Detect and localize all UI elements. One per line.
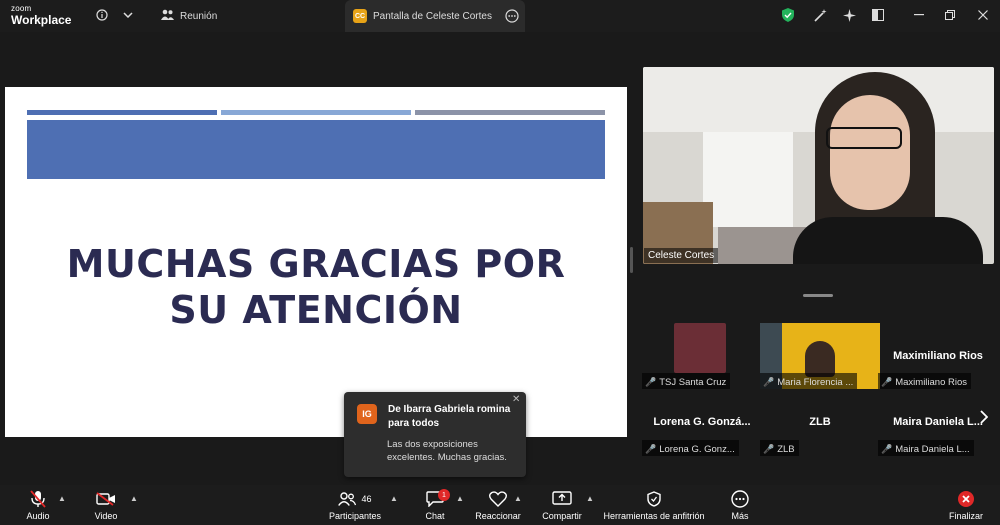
mic-muted-icon: 🎤 <box>763 443 775 454</box>
people-icon <box>161 9 174 23</box>
participant-display-name: Maximiliano Rios <box>893 350 983 362</box>
slide-decor-bar <box>415 110 605 115</box>
chat-sender: De Ibarra Gabriela romina para todos <box>388 404 511 429</box>
participant-name-tag: 🎤 ZLB <box>760 440 799 456</box>
participant-name-tag: 🎤 Lorena G. Gonz... <box>642 440 739 456</box>
speaker-figure <box>793 217 983 264</box>
participant-display-name: Lorena G. Gonzá... <box>653 416 751 428</box>
slide-decor-bar <box>221 110 411 115</box>
title-bar: zoom Workplace Reunión CC Pantalla de Ce… <box>0 0 1000 32</box>
chat-button[interactable]: Chat 1 <box>420 489 450 521</box>
restore-icon[interactable] <box>941 6 959 24</box>
end-icon <box>957 489 975 509</box>
mic-muted-icon: 🎤 <box>645 376 657 387</box>
chat-label: Chat <box>425 511 445 521</box>
slide-header-bar <box>27 120 605 179</box>
chevron-up-icon[interactable]: ▲ <box>390 494 398 503</box>
participant-name-tag: 🎤 Maximiliano Rios <box>878 373 972 389</box>
end-meeting-button[interactable]: Finalizar <box>947 489 985 521</box>
chevron-up-icon[interactable]: ▲ <box>456 494 464 503</box>
video-off-icon <box>96 489 116 509</box>
tab-screen-share-label: Pantalla de Celeste Cortes <box>373 10 492 22</box>
chevron-up-icon[interactable]: ▲ <box>58 494 66 503</box>
host-tools-label: Herramientas de anfitrión <box>603 511 705 521</box>
video-background <box>703 132 793 227</box>
tab-screen-share[interactable]: CC Pantalla de Celeste Cortes <box>345 0 525 32</box>
participant-tile[interactable]: ZLB 🎤 ZLB <box>760 390 880 456</box>
shield-icon <box>647 489 661 509</box>
slide-decor-bar <box>27 110 217 115</box>
more-icon <box>731 489 749 509</box>
shared-slide: MUCHAS GRACIAS POR SU ATENCIÓN <box>5 87 627 437</box>
participant-tile[interactable]: 🎤 TSJ Santa Cruz <box>642 323 762 389</box>
panel-resize-handle[interactable] <box>630 247 633 273</box>
react-label: Reaccionar <box>475 511 521 521</box>
end-label: Finalizar <box>948 511 983 521</box>
slide-title: MUCHAS GRACIAS POR SU ATENCIÓN <box>5 241 627 333</box>
participant-name-tag: 🎤 TSJ Santa Cruz <box>642 373 731 389</box>
more-button[interactable]: Más <box>729 489 751 521</box>
active-speaker-video[interactable]: Celeste Cortes <box>643 67 994 264</box>
participant-tile[interactable]: 🎤 Maria Florencia ... <box>760 323 880 389</box>
slide-title-line1: MUCHAS GRACIAS POR <box>66 242 566 286</box>
shield-icon[interactable] <box>779 6 797 24</box>
info-icon[interactable] <box>93 6 111 24</box>
tab-meeting[interactable]: Reunión <box>155 0 235 32</box>
mic-muted-icon: 🎤 <box>881 376 893 387</box>
sparkle-icon[interactable] <box>840 6 858 24</box>
participant-display-name: ZLB <box>809 416 831 428</box>
chat-unread-badge: 1 <box>438 489 450 501</box>
share-screen-icon <box>552 489 572 509</box>
minimize-icon[interactable] <box>910 6 928 24</box>
chat-notification[interactable]: IG De Ibarra Gabriela romina para todos … <box>344 392 526 477</box>
speaker-name-tag: Celeste Cortes <box>644 248 719 263</box>
layout-icon[interactable] <box>869 6 887 24</box>
logo-top-text: zoom <box>11 4 32 13</box>
participant-tile[interactable]: Lorena G. Gonzá... 🎤 Lorena G. Gonz... <box>642 390 762 456</box>
chevron-up-icon[interactable]: ▲ <box>586 494 594 503</box>
meeting-toolbar: Audio ▲ Video ▲ 46 Participantes ▲ Chat … <box>0 485 1000 525</box>
participant-logo <box>674 323 726 373</box>
mic-muted-icon: 🎤 <box>645 443 657 454</box>
chevron-down-icon[interactable] <box>119 6 137 24</box>
audio-button[interactable]: Audio <box>22 489 54 521</box>
share-button[interactable]: Compartir <box>540 489 584 521</box>
participant-name-tag: 🎤 Maria Florencia ... <box>760 373 858 389</box>
participants-button[interactable]: 46 Participantes <box>328 489 382 521</box>
participant-tile[interactable]: Maximiliano Rios 🎤 Maximiliano Rios <box>878 323 998 389</box>
zoom-logo: zoom Workplace <box>11 4 72 27</box>
participants-count: 46 <box>361 494 372 504</box>
more-options-icon[interactable] <box>505 9 519 26</box>
gallery-scroll-indicator[interactable] <box>803 294 833 297</box>
audio-label: Audio <box>26 511 50 521</box>
video-label: Video <box>94 511 118 521</box>
close-icon[interactable] <box>974 6 992 24</box>
speaker-figure <box>830 95 910 210</box>
mic-muted-icon: 🎤 <box>763 376 775 387</box>
host-tools-button[interactable]: Herramientas de anfitrión <box>603 489 705 521</box>
logo-bottom-text: Workplace <box>11 13 72 27</box>
speaker-figure <box>826 127 902 149</box>
chat-message: Las dos exposiciones excelentes. Muchas … <box>387 439 507 463</box>
mic-muted-icon <box>30 489 46 509</box>
video-button[interactable]: Video <box>92 489 120 521</box>
participant-video <box>805 341 835 377</box>
mic-muted-icon: 🎤 <box>881 443 893 454</box>
magic-wand-icon[interactable] <box>811 6 829 24</box>
slide-title-line2: SU ATENCIÓN <box>169 288 463 332</box>
share-avatar-badge: CC <box>353 9 367 23</box>
chevron-up-icon[interactable]: ▲ <box>130 494 138 503</box>
chevron-up-icon[interactable]: ▲ <box>514 494 522 503</box>
more-label: Más <box>731 511 749 521</box>
share-label: Compartir <box>542 511 582 521</box>
close-icon[interactable]: ✕ <box>512 394 520 405</box>
tab-meeting-label: Reunión <box>180 10 218 22</box>
heart-icon <box>489 489 507 509</box>
chevron-right-icon[interactable] <box>980 410 989 429</box>
participants-icon: 46 <box>338 489 372 509</box>
participant-name-tag: 🎤 Maira Daniela L... <box>878 440 974 456</box>
participants-label: Participantes <box>328 511 382 521</box>
sender-avatar: IG <box>357 404 377 424</box>
